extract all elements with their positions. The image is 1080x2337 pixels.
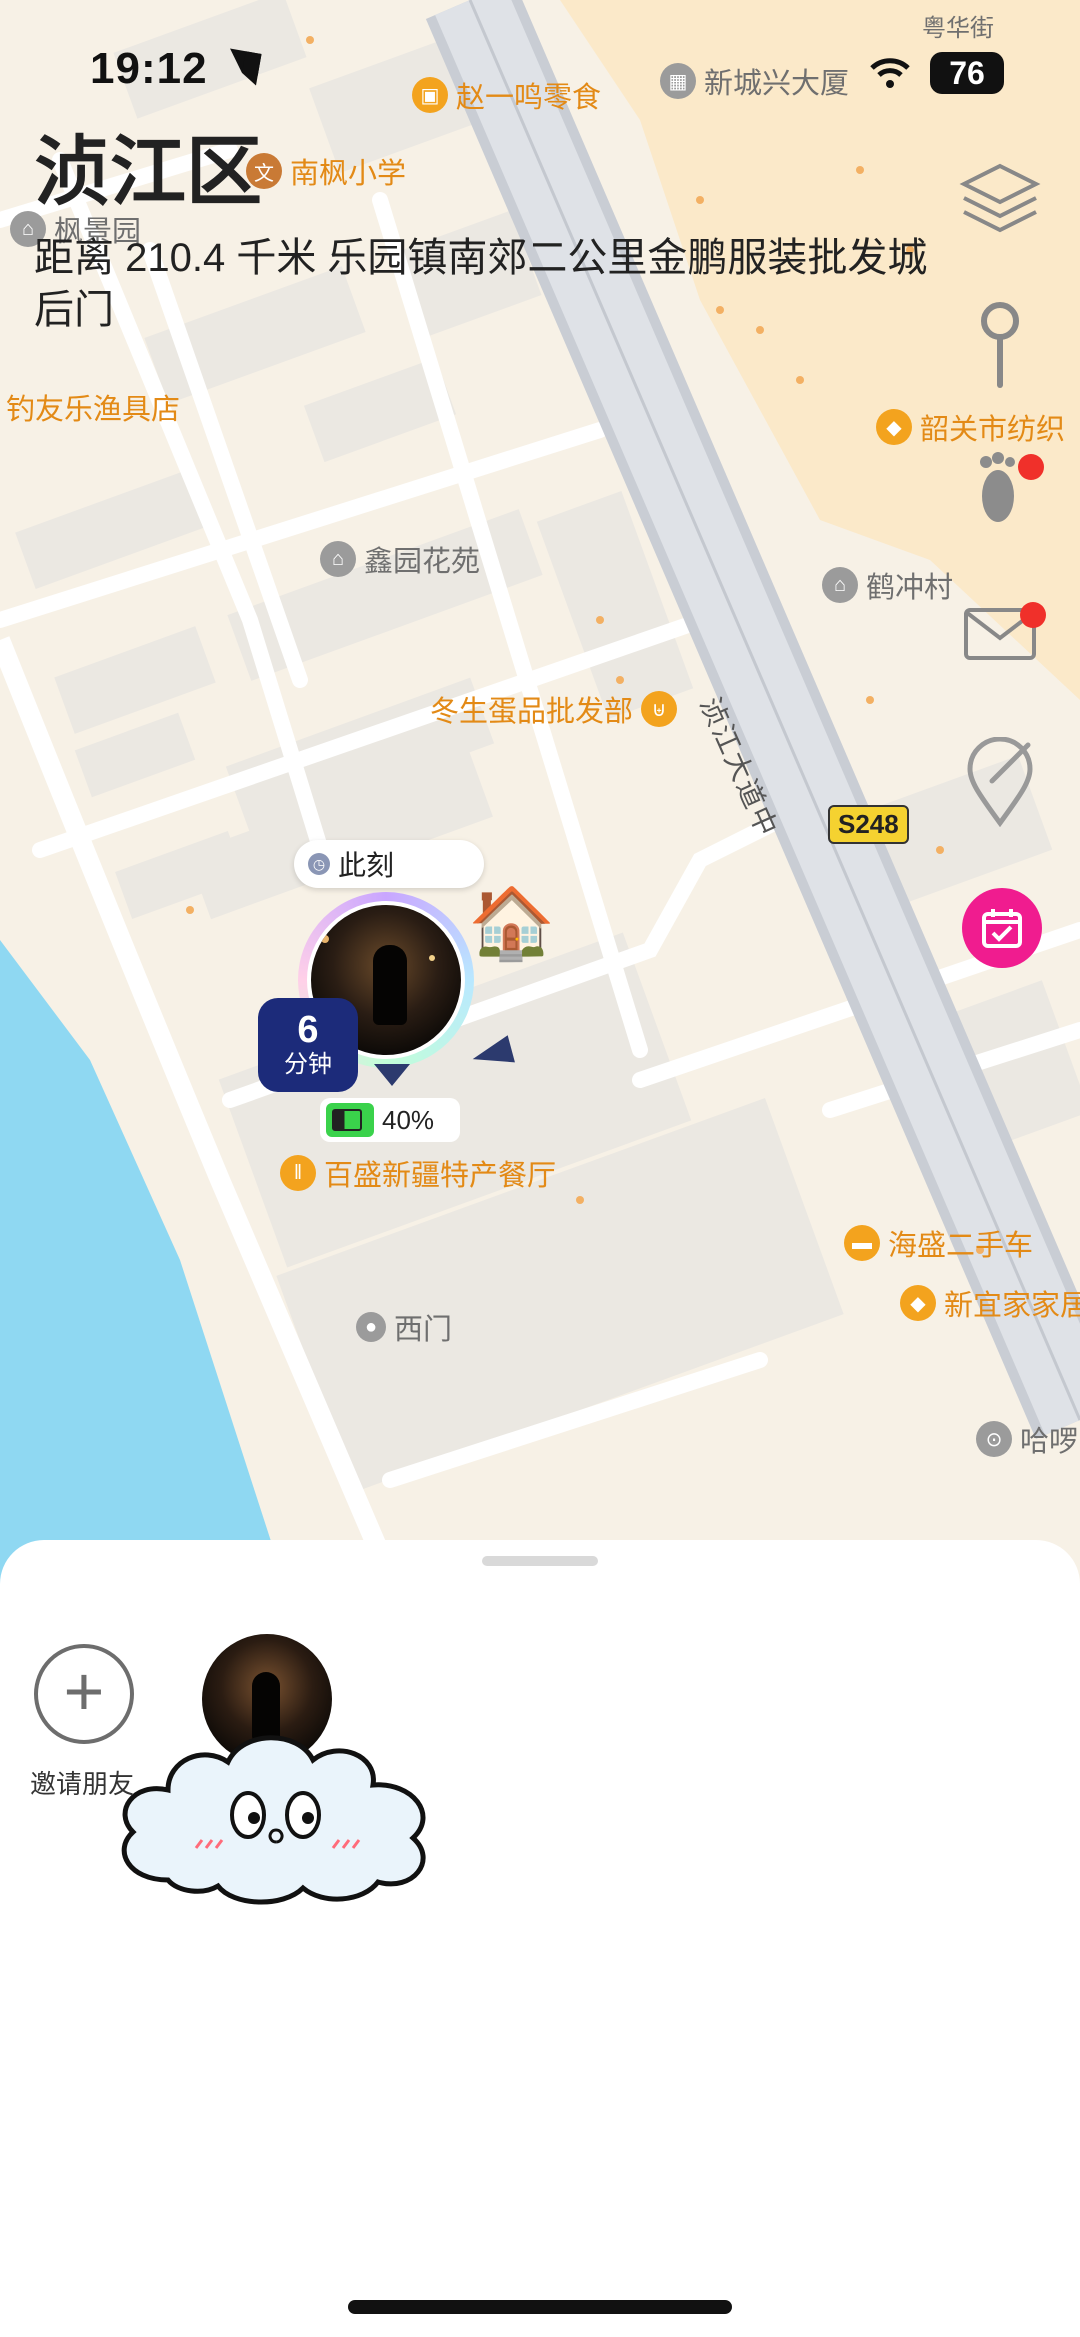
eta-badge: 6 分钟: [258, 998, 358, 1092]
store-icon: ◆: [900, 1285, 936, 1321]
poi-dongsheng[interactable]: 冬生蛋品批发部 ⊎: [430, 688, 678, 730]
sheet-handle[interactable]: [482, 1556, 598, 1566]
poi-xinyuan[interactable]: ⌂ 鑫园花苑: [320, 538, 480, 580]
poi-baisheng[interactable]: ǁ 百盛新疆特产餐厅: [280, 1152, 556, 1194]
basket-icon: ⊎: [641, 691, 678, 727]
gate-dot-icon: ●: [356, 1312, 386, 1342]
poi-haluo[interactable]: ⊙ 哈啰: [976, 1418, 1078, 1460]
map-view[interactable]: 浈江大道中 S248 ▣ 赵一鸣零食 ▦ 新城兴大厦 粤华街 文 南枫小学 ⌂ …: [0, 0, 1080, 1600]
time-label-chip: ◷ 此刻: [294, 840, 484, 888]
home-emoji: 🏠: [468, 884, 556, 962]
poi-diaoyou[interactable]: 钓友乐渔具店: [6, 386, 180, 428]
poi-zhaoyiming[interactable]: ▣ 赵一鸣零食: [412, 74, 601, 116]
bottom-sheet[interactable]: + 邀请朋友: [0, 1540, 1080, 2337]
poi-nanfeng[interactable]: 文 南枫小学: [246, 150, 406, 192]
tag-location-icon[interactable]: [958, 737, 1042, 827]
location-services-icon: [224, 48, 262, 86]
poi-xinchengxing[interactable]: ▦ 新城兴大厦: [660, 60, 849, 102]
marker-pointer: [374, 1064, 410, 1086]
poi-ximen[interactable]: ● 西门: [356, 1306, 452, 1348]
layers-icon[interactable]: [958, 158, 1042, 242]
car-icon: ▬: [844, 1225, 880, 1261]
store-icon: ◆: [876, 409, 912, 445]
restaurant-icon: ǁ: [280, 1155, 316, 1191]
poi-hechong[interactable]: ⌂ 鹤冲村: [822, 564, 953, 606]
calendar-check-icon[interactable]: [962, 888, 1042, 968]
mail-badge: [1020, 602, 1046, 628]
battery-icon: [326, 1103, 374, 1137]
status-time: 19:12: [90, 44, 262, 94]
poi-xinyi[interactable]: ◆ 新宜家家居: [900, 1282, 1080, 1324]
distance-text: 距离 210.4 千米 乐园镇南郊二公里金鹏服装批发城后门: [34, 236, 928, 332]
poi-haisheng[interactable]: ▬ 海盛二手车: [844, 1222, 1033, 1264]
home-indicator[interactable]: [348, 2300, 732, 2314]
pin-icon[interactable]: [958, 302, 1042, 388]
poi-yuehua: 粤华街: [922, 15, 994, 42]
home-icon: ⌂: [822, 567, 858, 603]
poi-shaoguan[interactable]: ◆ 韶关市纺织: [876, 406, 1065, 448]
plus-icon: +: [63, 1652, 105, 1730]
route-badge: S248: [828, 805, 909, 844]
status-battery: 76: [930, 52, 1004, 94]
bike-icon: ⊙: [976, 1421, 1012, 1457]
cloud-sticker: [108, 1720, 458, 1915]
shopping-bag-icon: ▣: [412, 77, 448, 113]
district-title: 浈江区: [34, 130, 262, 215]
battery-chip: 40%: [320, 1098, 460, 1142]
footprint-badge: [1018, 454, 1044, 480]
wifi-icon: [868, 56, 912, 95]
clock-icon: ◷: [308, 853, 330, 875]
building-icon: ▦: [660, 63, 696, 99]
home-icon: ⌂: [320, 541, 356, 577]
